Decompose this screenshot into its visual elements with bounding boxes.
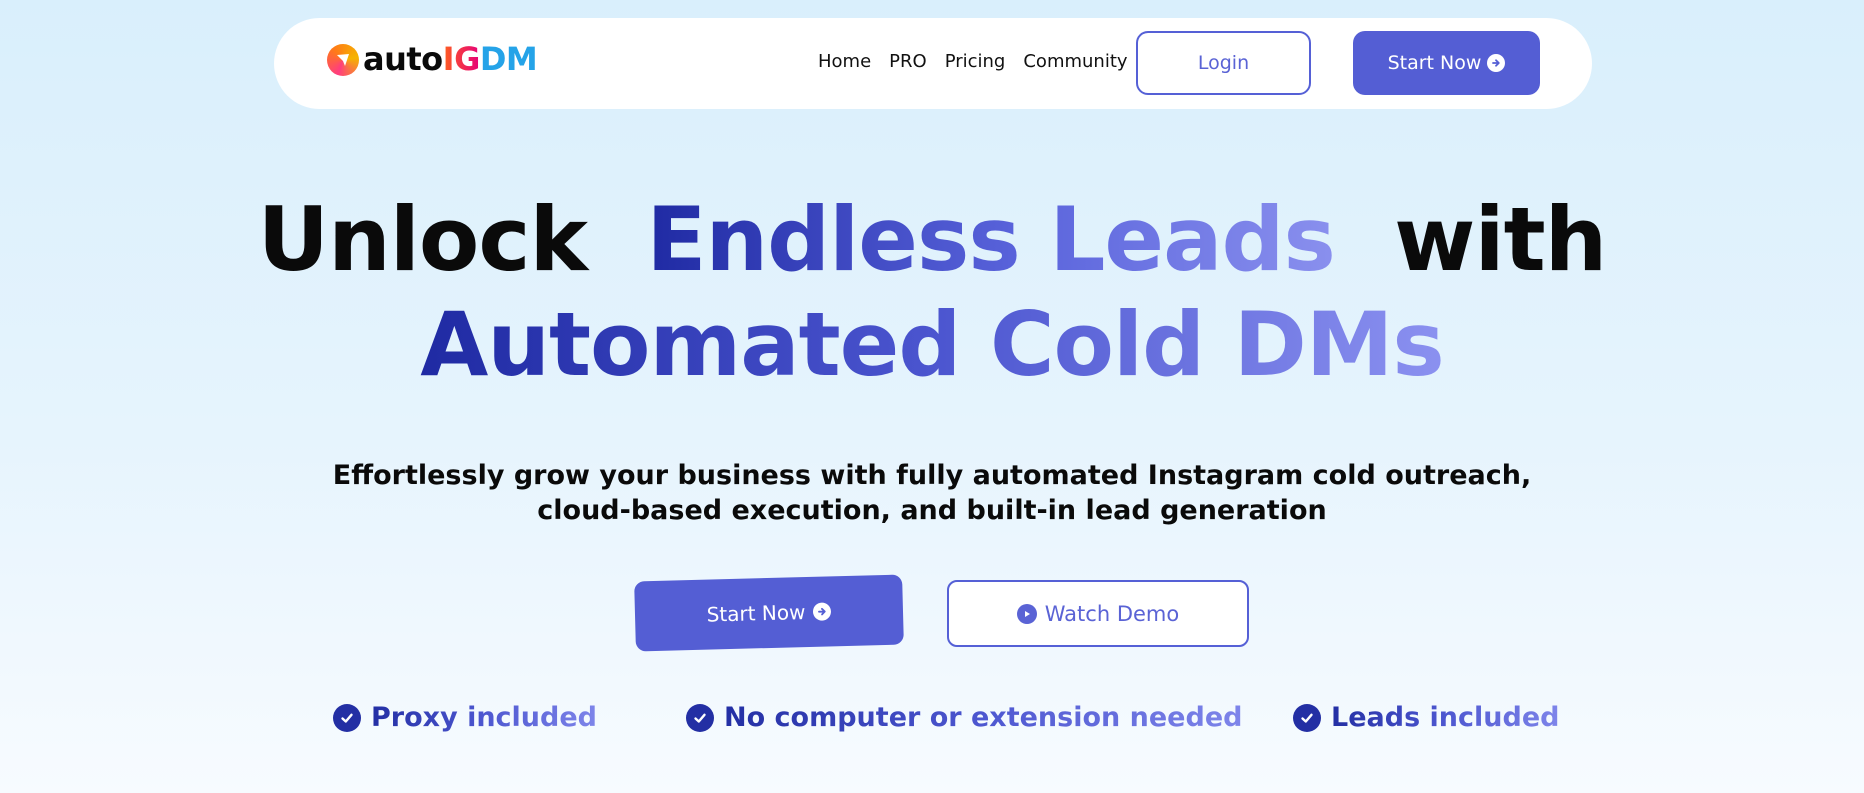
nav-link-pricing[interactable]: Pricing	[945, 51, 1006, 72]
subheading-line2: cloud-based execution, and built-in lead…	[537, 495, 1327, 526]
login-button[interactable]: Login	[1136, 31, 1311, 95]
feature-leads-included: Leads included	[1293, 702, 1559, 733]
check-circle-icon	[333, 703, 361, 732]
headline-word-unlock: Unlock	[257, 188, 588, 291]
send-icon	[327, 44, 359, 76]
nav-link-pro[interactable]: PRO	[889, 51, 927, 72]
start-now-nav-label: Start Now	[1387, 52, 1482, 74]
headline-highlight-automated-cold-dms: Automated Cold DMs	[420, 293, 1445, 396]
headline-word-with: with	[1394, 188, 1607, 291]
login-button-label: Login	[1197, 52, 1250, 74]
feature-label: No computer or extension needed	[724, 702, 1243, 733]
subheading-line1: Effortlessly grow your business with ful…	[332, 460, 1532, 491]
nav-links: Home PRO Pricing Community	[818, 51, 1146, 72]
nav-link-community[interactable]: Community	[1023, 51, 1127, 72]
headline-highlight-endless-leads: Endless Leads	[646, 188, 1336, 291]
check-circle-icon	[1293, 703, 1321, 732]
start-now-nav-button[interactable]: Start Now	[1353, 31, 1540, 95]
logo[interactable]: auto IG DM	[327, 40, 538, 78]
start-now-hero-button[interactable]: Start Now	[634, 574, 904, 652]
hero-headline-line2: Automated Cold DMs	[0, 293, 1864, 397]
play-circle-icon	[1016, 603, 1037, 624]
feature-no-computer-needed: No computer or extension needed	[686, 702, 1242, 733]
check-circle-icon	[686, 703, 714, 732]
logo-text-ig: IG	[442, 40, 481, 78]
arrow-circle-right-icon	[813, 602, 832, 621]
logo-text-dm: DM	[479, 40, 538, 78]
start-now-hero-label: Start Now	[706, 600, 806, 627]
top-navbar: auto IG DM Home PRO Pricing Community Logi…	[274, 18, 1592, 109]
watch-demo-button[interactable]: Watch Demo	[947, 580, 1249, 647]
hero-headline-line1: Unlock Endless Leads with	[0, 188, 1864, 292]
nav-link-home[interactable]: Home	[818, 51, 871, 72]
hero-subheading: Effortlessly grow your business with ful…	[0, 458, 1864, 528]
watch-demo-label: Watch Demo	[1044, 601, 1180, 626]
logo-text-auto: auto	[363, 40, 443, 78]
feature-proxy-included: Proxy included	[333, 702, 597, 733]
feature-label: Leads included	[1331, 702, 1560, 733]
feature-label: Proxy included	[371, 702, 597, 733]
arrow-circle-right-icon	[1487, 54, 1506, 72]
